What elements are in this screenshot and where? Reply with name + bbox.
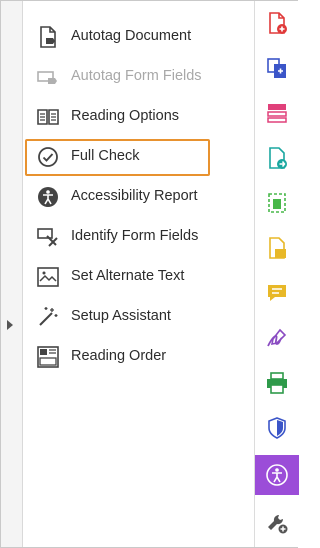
accessibility-report-icon [36,185,60,209]
rail-combine-files[interactable] [255,48,299,88]
tools-list: Autotag Document Autotag Form Fields Rea… [23,1,253,547]
tool-label: Autotag Form Fields [71,68,202,84]
autotag-form-fields-icon [36,65,60,89]
tool-label: Accessibility Report [71,188,198,204]
rail-edit-pdf[interactable] [255,183,299,223]
tool-label: Set Alternate Text [71,268,185,284]
tool-reading-order[interactable]: Reading Order [23,337,253,377]
tool-label: Identify Form Fields [71,228,199,244]
protect-icon [268,417,286,439]
tool-label: Autotag Document [71,28,192,44]
rail-fill-sign[interactable] [255,318,299,358]
tool-autotag-document[interactable]: Autotag Document [23,17,253,57]
edit-pdf-icon [268,193,286,213]
rail-protect[interactable] [255,408,299,448]
print-production-icon [267,372,287,394]
accessibility-icon [266,464,288,486]
sticky-note-icon [268,285,286,301]
tool-identify-form-fields[interactable]: Identify Form Fields [23,217,253,257]
rail-sticky-note[interactable] [255,273,299,313]
reading-options-icon [36,105,60,129]
accessibility-tools-pane: Autotag Document Autotag Form Fields Rea… [0,0,299,548]
rail-more-tools[interactable] [255,503,299,543]
tool-full-check[interactable]: Full Check [23,137,253,177]
set-alternate-text-icon [36,265,60,289]
comment-icon [269,237,286,259]
expand-arrow-icon[interactable] [7,320,13,330]
rail-comment[interactable] [255,228,299,268]
right-tools-rail [254,1,299,547]
tool-label: Setup Assistant [71,308,171,324]
tool-label: Reading Options [71,108,180,124]
tool-setup-assistant[interactable]: Setup Assistant [23,297,253,337]
tool-reading-options[interactable]: Reading Options [23,97,253,137]
panel-collapse-strip[interactable] [1,1,23,547]
rail-print-production[interactable] [255,363,299,403]
fill-sign-icon [267,328,287,347]
autotag-document-icon [36,25,60,49]
rail-export-pdf[interactable] [255,138,299,178]
create-pdf-icon [269,12,287,34]
tool-autotag-form-fields[interactable]: Autotag Form Fields [23,57,253,97]
tool-label: Full Check [71,148,140,164]
organize-pages-icon [267,104,287,123]
more-tools-icon [268,514,288,534]
tool-set-alternate-text[interactable]: Set Alternate Text [23,257,253,297]
rail-organize-pages[interactable] [255,93,299,133]
rail-accessibility[interactable] [255,455,299,495]
export-pdf-icon [269,147,287,169]
identify-form-fields-icon [36,225,60,249]
tool-accessibility-report[interactable]: Accessibility Report [23,177,253,217]
full-check-icon [36,145,60,169]
combine-files-icon [267,58,286,78]
setup-assistant-icon [36,305,60,329]
tool-label: Reading Order [71,348,167,364]
rail-create-pdf[interactable] [255,3,299,43]
reading-order-icon [36,345,60,369]
